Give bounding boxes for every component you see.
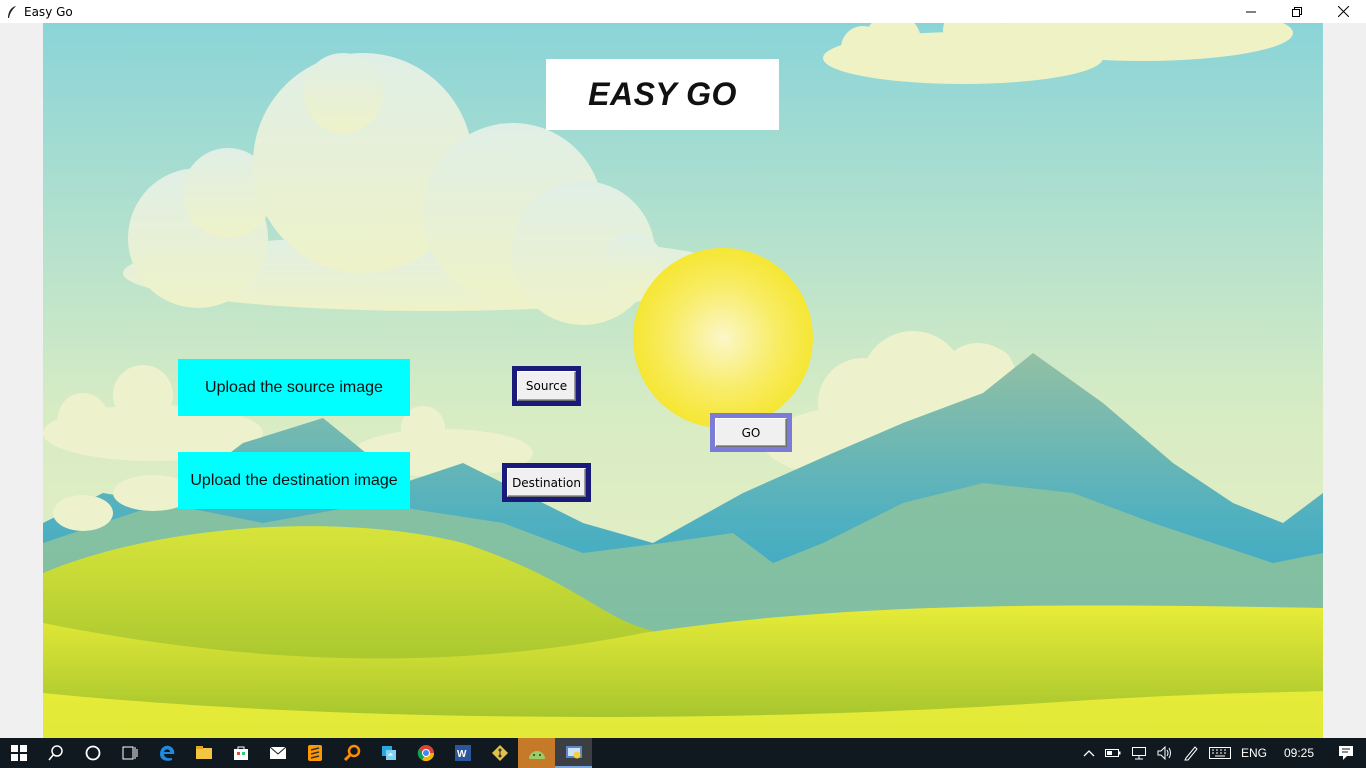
pen-button[interactable] bbox=[1178, 738, 1204, 768]
restore-icon bbox=[1292, 6, 1302, 17]
background-scene: EASY GO Upload the source image Upload t… bbox=[43, 23, 1323, 738]
taskbar-app-search-tool[interactable] bbox=[333, 738, 370, 768]
battery-button[interactable] bbox=[1100, 738, 1126, 768]
search-app-icon bbox=[343, 744, 360, 762]
close-icon bbox=[1337, 6, 1349, 17]
windows-logo-icon bbox=[10, 745, 27, 761]
taskbar-app-chrome[interactable] bbox=[407, 738, 444, 768]
minimize-icon bbox=[1246, 11, 1256, 12]
search-button[interactable] bbox=[37, 738, 74, 768]
chrome-icon bbox=[417, 745, 434, 762]
search-icon bbox=[47, 745, 63, 761]
source-label: Upload the source image bbox=[205, 378, 383, 396]
show-hidden-icons-button[interactable] bbox=[1078, 738, 1100, 768]
chevron-up-icon bbox=[1083, 750, 1095, 757]
sync-icon bbox=[381, 746, 396, 760]
destination-label: Upload the destination image bbox=[190, 471, 398, 489]
go-button-frame: GO bbox=[710, 413, 792, 452]
edge-icon bbox=[159, 745, 174, 761]
taskbar-app-explorer[interactable] bbox=[185, 738, 222, 768]
title-bar: Easy Go bbox=[0, 0, 1366, 23]
task-view-icon bbox=[122, 746, 137, 760]
app-title-box: EASY GO bbox=[546, 59, 779, 130]
source-button-frame: Source bbox=[512, 366, 581, 406]
notifications-icon bbox=[1339, 746, 1353, 760]
taskbar-app-sublime[interactable] bbox=[296, 738, 333, 768]
mail-icon bbox=[269, 746, 286, 759]
destination-button[interactable]: Destination bbox=[507, 468, 586, 497]
language-indicator[interactable]: ENG bbox=[1236, 738, 1272, 768]
store-icon bbox=[233, 746, 248, 760]
taskbar-app-store[interactable] bbox=[222, 738, 259, 768]
minimize-button[interactable] bbox=[1228, 0, 1274, 23]
file-explorer-icon bbox=[195, 746, 212, 759]
action-center-button[interactable] bbox=[1326, 738, 1366, 768]
start-button[interactable] bbox=[0, 738, 37, 768]
git-icon bbox=[491, 745, 508, 761]
window-title: Easy Go bbox=[24, 4, 73, 19]
touch-keyboard-button[interactable] bbox=[1204, 738, 1236, 768]
taskbar-app-sync[interactable] bbox=[370, 738, 407, 768]
restore-button[interactable] bbox=[1274, 0, 1320, 23]
sublime-icon bbox=[307, 745, 322, 761]
feather-icon bbox=[8, 5, 16, 18]
volume-icon bbox=[1157, 746, 1171, 760]
taskbar-app-mail[interactable] bbox=[259, 738, 296, 768]
source-label-box: Upload the source image bbox=[178, 359, 410, 416]
task-view-button[interactable] bbox=[111, 738, 148, 768]
battery-icon bbox=[1104, 749, 1121, 757]
go-button[interactable]: GO bbox=[715, 418, 787, 447]
taskbar-app-edge[interactable] bbox=[148, 738, 185, 768]
close-button[interactable] bbox=[1320, 0, 1366, 23]
app-heading: EASY GO bbox=[588, 76, 737, 112]
cortana-button[interactable] bbox=[74, 738, 111, 768]
taskbar-app-git[interactable] bbox=[481, 738, 518, 768]
taskbar-app-word[interactable]: W bbox=[444, 738, 481, 768]
taskbar-app-android-studio[interactable] bbox=[518, 738, 555, 768]
system-tray: ENG 09:25 bbox=[1078, 738, 1366, 768]
android-studio-icon bbox=[528, 751, 545, 759]
network-button[interactable] bbox=[1126, 738, 1152, 768]
destination-label-box: Upload the destination image bbox=[178, 452, 410, 509]
volume-button[interactable] bbox=[1152, 738, 1178, 768]
taskbar-app-python[interactable] bbox=[555, 738, 592, 768]
window-client-area: EASY GO Upload the source image Upload t… bbox=[0, 23, 1366, 738]
cortana-icon bbox=[85, 745, 100, 761]
python-app-icon bbox=[565, 746, 582, 759]
svg-text:W: W bbox=[457, 749, 467, 760]
taskbar: W ENG 09:25 bbox=[0, 738, 1366, 768]
network-icon bbox=[1131, 747, 1146, 760]
destination-button-frame: Destination bbox=[502, 463, 591, 502]
keyboard-icon bbox=[1208, 747, 1231, 759]
pen-icon bbox=[1184, 746, 1198, 761]
clock[interactable]: 09:25 bbox=[1272, 738, 1326, 768]
source-button[interactable]: Source bbox=[517, 371, 576, 401]
word-icon: W bbox=[454, 745, 471, 761]
